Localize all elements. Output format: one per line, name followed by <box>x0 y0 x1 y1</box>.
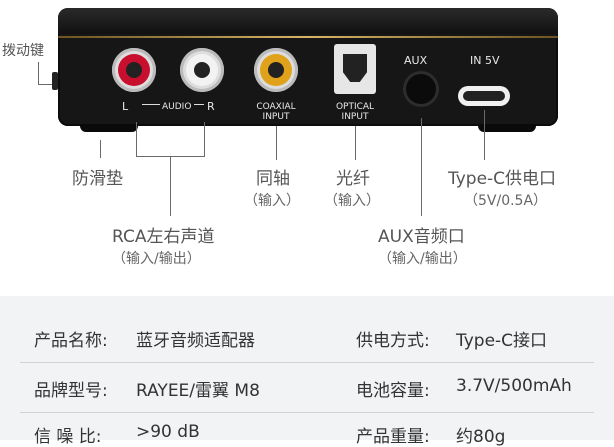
anti-slip-leader <box>100 140 101 158</box>
typec-leader <box>484 110 485 160</box>
port-label-optical-2: INPUT <box>341 112 369 122</box>
audio-dash-left <box>142 104 160 105</box>
rca-bracket-left <box>136 122 137 156</box>
device-back-panel: L AUDIO R COAXIAL INPUT OPTICAL INPUT AU… <box>58 8 558 132</box>
spec-value-battery: 3.7V/500mAh <box>456 376 572 396</box>
coaxial-leader <box>276 126 277 160</box>
spec-value-power: Type-C接口 <box>456 331 548 351</box>
typec-port-opening <box>463 91 505 101</box>
anti-slip-pad-right <box>478 124 536 132</box>
spec-value-name: 蓝牙音频适配器 <box>136 331 255 351</box>
optical-port-opening <box>343 54 367 82</box>
rca-label: RCA左右声道 <box>112 227 215 247</box>
rca-sub-label: （输入/输出） <box>112 251 201 267</box>
gold-trim <box>58 36 558 38</box>
aux-label: AUX音频口 <box>378 227 465 247</box>
typec-port <box>458 86 510 106</box>
rca-left-hole <box>126 62 142 78</box>
spec-label-brand: 品牌型号: <box>34 381 108 401</box>
coaxial-hole <box>268 62 284 78</box>
rca-bracket-right <box>204 122 205 156</box>
aux-jack <box>406 74 436 104</box>
optical-sub-label: （输入） <box>324 193 380 209</box>
device-top-bevel <box>58 8 558 34</box>
port-label-r: R <box>207 100 215 113</box>
port-label-coaxial-1: COAXIAL <box>256 102 296 112</box>
spec-label-battery: 电池容量: <box>356 381 430 401</box>
anti-slip-pad-left <box>80 124 138 132</box>
rca-leader <box>170 156 171 216</box>
port-label-optical-1: OPTICAL <box>335 102 375 112</box>
spec-table: 产品名称: 蓝牙音频适配器 供电方式: Type-C接口 品牌型号: RAYEE… <box>0 296 614 447</box>
audio-dash-right <box>194 104 204 105</box>
port-label-coaxial-2: INPUT <box>262 112 290 122</box>
optical-port <box>334 44 376 94</box>
typec-sub-label: （5V/0.5A） <box>464 193 548 209</box>
spec-label-snr: 信 噪 比: <box>34 427 102 447</box>
rca-right-hole <box>194 62 210 78</box>
optical-leader <box>355 126 356 160</box>
port-label-in5v: IN 5V <box>470 54 500 67</box>
aux-sub-label: （输入/输出） <box>378 251 467 267</box>
spec-row-divider-1 <box>20 362 594 363</box>
rca-left-jack <box>112 48 156 92</box>
anti-slip-label: 防滑垫 <box>72 169 123 189</box>
port-label-l: L <box>122 100 129 113</box>
aux-leader <box>421 118 422 216</box>
coaxial-label: 同轴 <box>256 169 290 189</box>
spec-label-weight: 产品重量: <box>356 427 430 447</box>
typec-label: Type-C供电口 <box>448 169 557 189</box>
spec-value-weight: 约80g <box>456 427 506 447</box>
spec-value-brand: RAYEE/雷翼 M8 <box>136 381 260 401</box>
port-label-audio: AUDIO <box>162 102 192 112</box>
coaxial-sub-label: （输入） <box>244 193 300 209</box>
spec-value-snr: >90 dB <box>136 422 200 442</box>
optical-label: 光纤 <box>336 169 370 189</box>
spec-label-name: 产品名称: <box>34 331 108 351</box>
port-label-aux: AUX <box>404 54 428 67</box>
coaxial-jack <box>254 48 298 92</box>
rca-right-jack <box>180 48 224 92</box>
switch-key-leader <box>38 62 39 84</box>
spec-label-power: 供电方式: <box>356 331 430 351</box>
spec-row-divider-2 <box>20 412 594 413</box>
switch-key-label: 拨动键 <box>2 43 44 59</box>
